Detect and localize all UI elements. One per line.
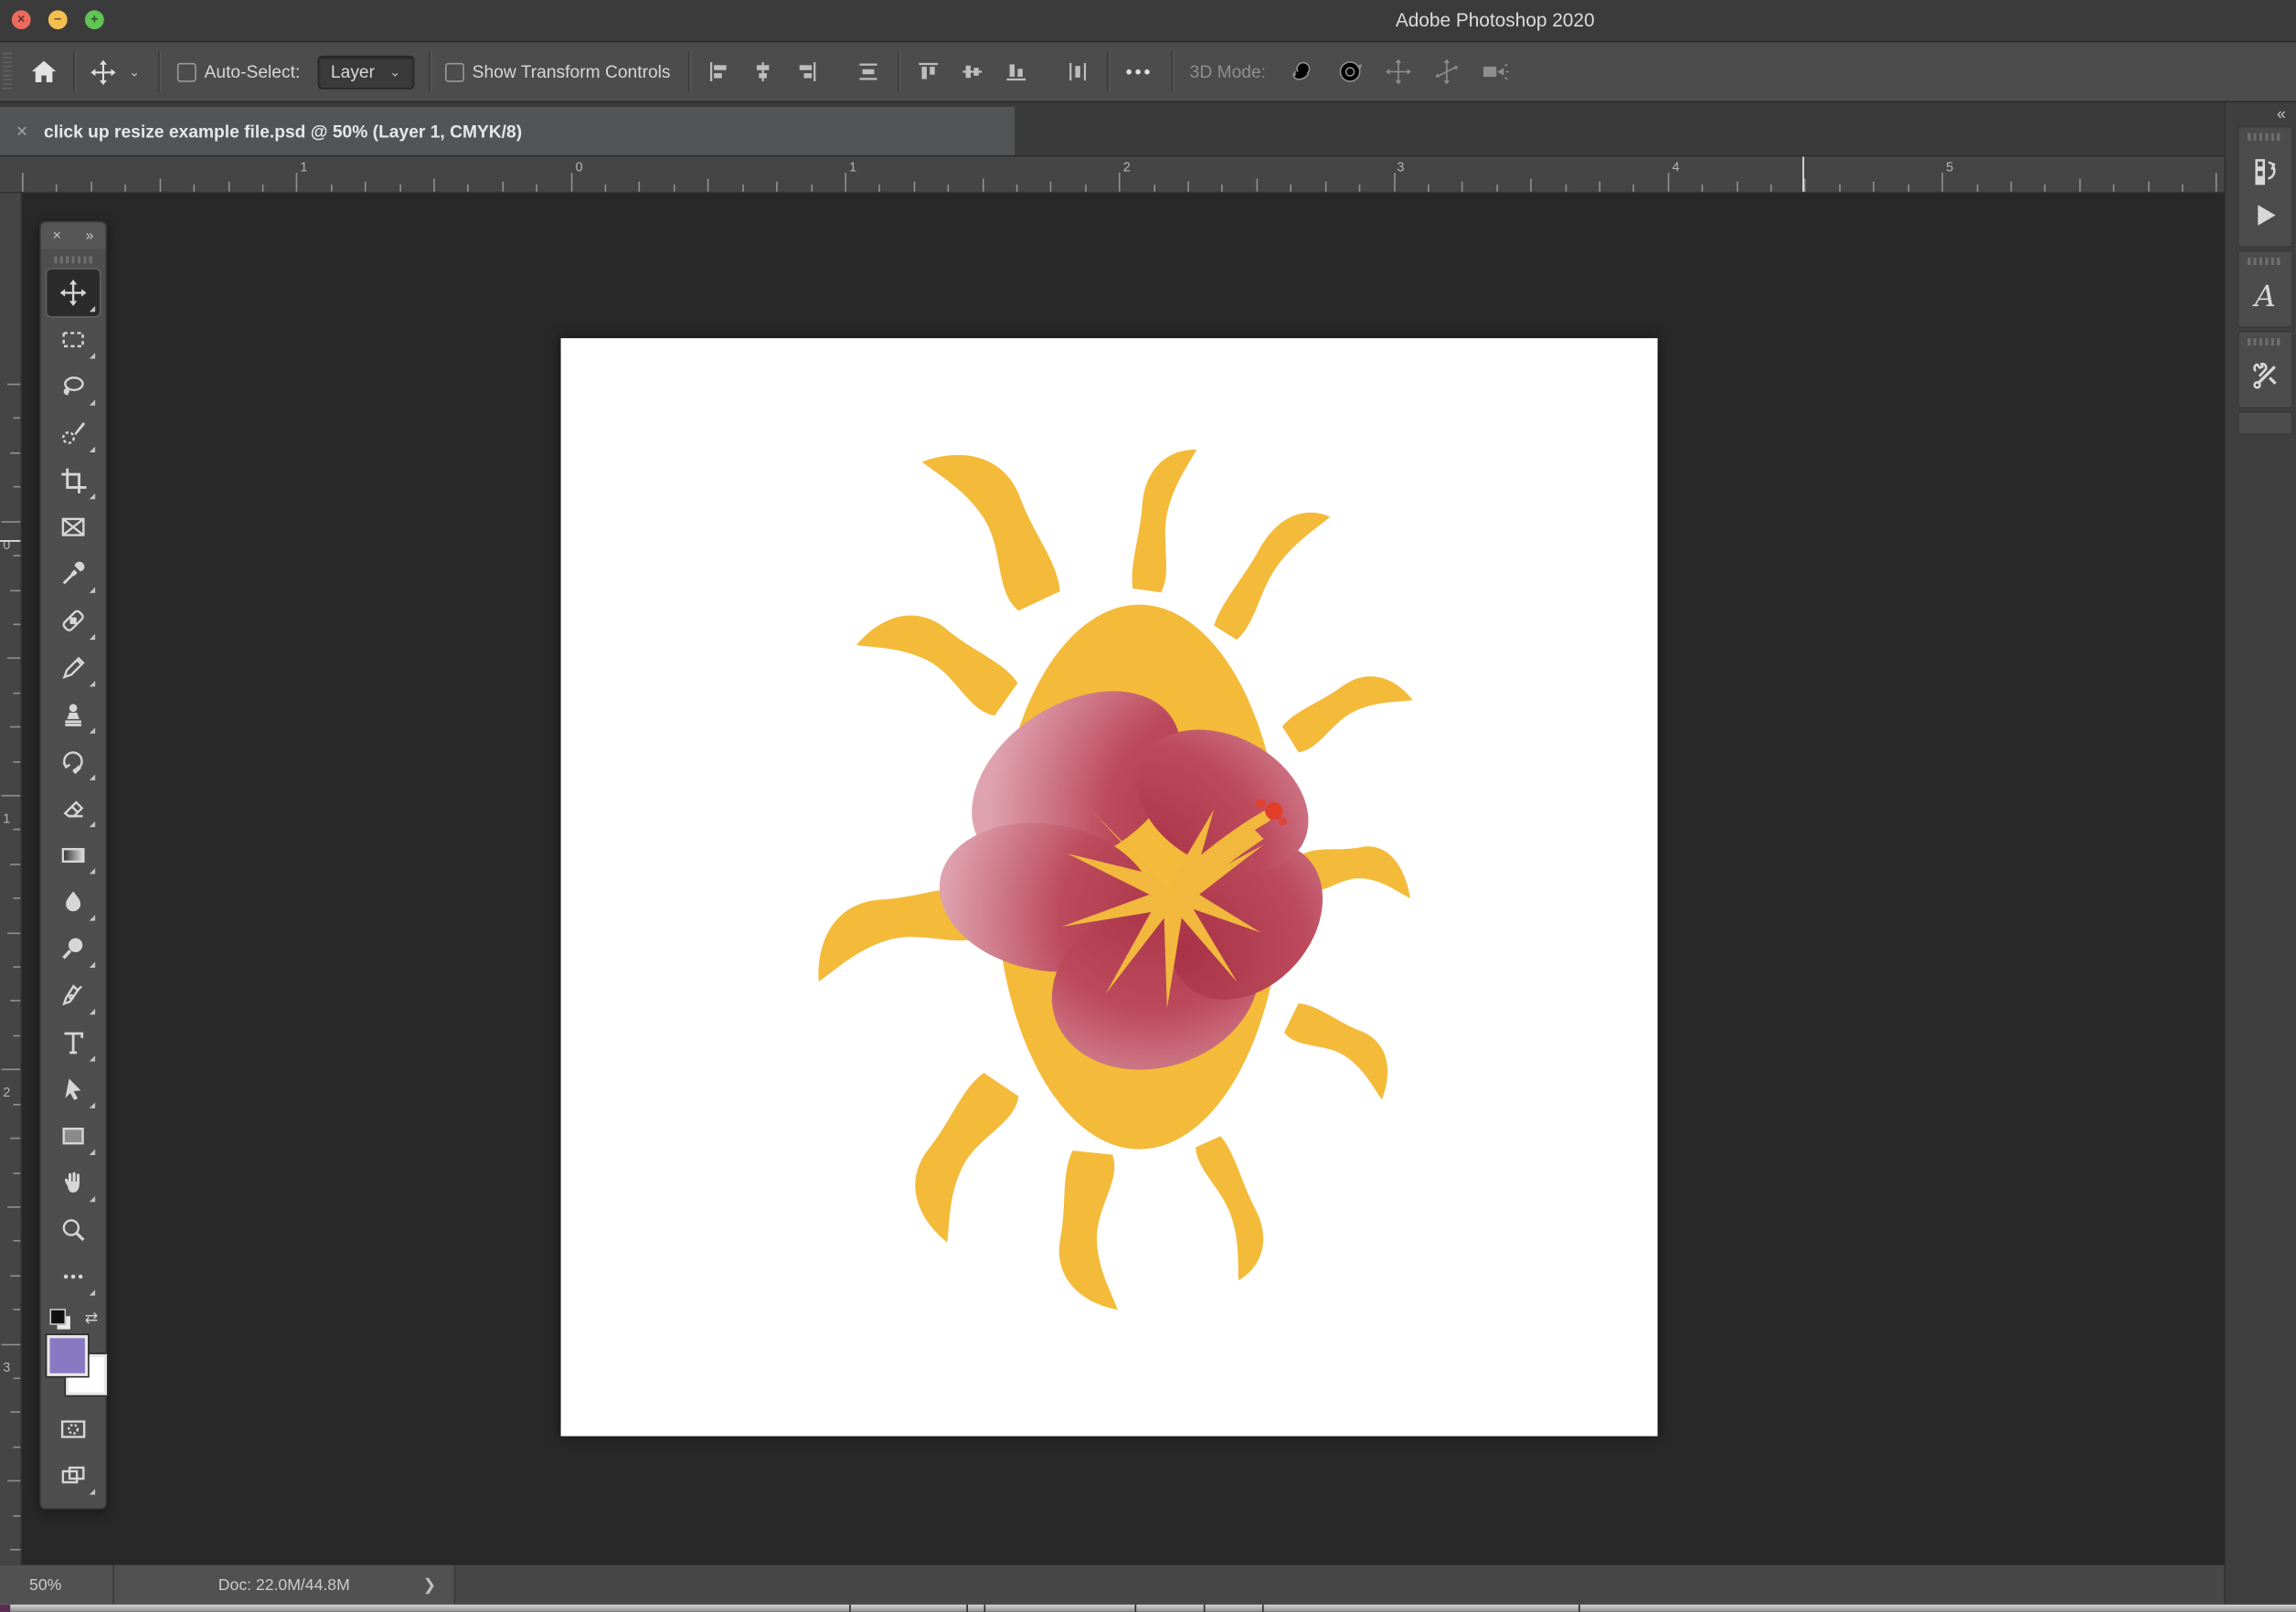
edit-toolbar-button[interactable] <box>47 1253 100 1299</box>
rectangle-tool[interactable] <box>47 1113 100 1160</box>
dock-group-grip[interactable] <box>2248 338 2282 345</box>
sun-hibiscus-artwork <box>561 338 1658 1437</box>
tools-panel-close-icon[interactable]: × <box>53 228 61 244</box>
eraser-tool[interactable] <box>47 785 100 832</box>
document-sizes-field[interactable]: Doc: 22.0M/44.8M ❯ <box>114 1565 455 1605</box>
auto-select-label: Auto-Select: <box>205 61 301 81</box>
photoshop-window: × − + Adobe Photoshop 2020 ⌄ Auto-Select… <box>0 0 2296 1612</box>
align-left-edges-icon[interactable] <box>707 60 731 84</box>
panel-dock: « A <box>2225 102 2296 1605</box>
eyedropper-tool[interactable] <box>47 550 100 597</box>
document-tab[interactable]: × click up resize example file.psd @ 50%… <box>0 107 1015 155</box>
move-tool[interactable] <box>47 270 100 316</box>
align-right-edges-icon[interactable] <box>795 60 819 84</box>
dock-group-grip[interactable] <box>2248 258 2282 265</box>
show-transform-control[interactable]: Show Transform Controls <box>444 61 670 81</box>
rectangular-marquee-tool[interactable] <box>47 316 100 363</box>
path-selection-tool[interactable] <box>47 1066 100 1112</box>
history-actions-group <box>2238 126 2293 248</box>
show-transform-checkbox[interactable] <box>444 62 463 81</box>
brush-tool[interactable] <box>47 644 100 691</box>
zoom-window-button[interactable]: + <box>85 10 104 29</box>
home-icon[interactable] <box>29 57 58 86</box>
auto-select-target-dropdown[interactable]: Layer ⌄ <box>318 55 414 89</box>
3d-mode-label: 3D Mode: <box>1190 61 1266 81</box>
more-align-options-icon[interactable]: ••• <box>1126 61 1153 81</box>
glyphs-group: A <box>2238 250 2293 328</box>
color-controls: ⇄ <box>46 1309 101 1399</box>
horizontal-ruler[interactable]: 1012345 <box>0 156 2225 193</box>
frame-tool[interactable] <box>47 504 100 550</box>
workspace: 01234 × » <box>0 193 2225 1564</box>
align-bottom-edges-icon[interactable] <box>1004 60 1028 84</box>
auto-select-checkbox[interactable] <box>176 62 196 81</box>
quick-mask-button[interactable] <box>47 1405 100 1452</box>
tools-panel-expand-icon[interactable]: » <box>86 228 94 244</box>
dock-group-grip[interactable] <box>2248 133 2282 141</box>
3d-camera-icon <box>1480 57 1509 86</box>
3d-pan-icon <box>1383 57 1412 86</box>
tools-panel-grip[interactable] <box>54 256 92 263</box>
bottom-strip-accent <box>0 1605 10 1612</box>
vertical-ruler[interactable]: 01234 <box>0 193 22 1564</box>
3d-roll-icon <box>1334 57 1364 86</box>
distribute-vertical-centers-icon[interactable] <box>856 60 880 84</box>
crop-tool[interactable] <box>47 457 100 504</box>
glyphs-panel-icon[interactable]: A <box>2243 274 2287 318</box>
tool-presets-panel-icon[interactable] <box>2243 355 2287 398</box>
gradient-tool[interactable] <box>47 832 100 878</box>
move-options-chevron-icon[interactable]: ⌄ <box>129 64 140 80</box>
tool-presets-group <box>2238 331 2293 408</box>
screen-mode-button[interactable] <box>47 1452 100 1499</box>
tab-close-icon[interactable]: × <box>0 120 44 142</box>
align-vertical-centers-icon[interactable] <box>961 60 984 84</box>
swap-colors-icon[interactable]: ⇄ <box>85 1309 99 1328</box>
3d-slide-icon <box>1431 57 1461 86</box>
document-canvas[interactable] <box>561 338 1658 1437</box>
history-panel-icon[interactable] <box>2243 149 2287 193</box>
tools-panel: × » <box>39 221 107 1510</box>
close-window-button[interactable]: × <box>12 10 31 29</box>
type-tool[interactable] <box>47 1019 100 1066</box>
expand-panels-icon[interactable]: « <box>2226 102 2296 126</box>
window-title: Adobe Photoshop 2020 <box>1396 0 1595 41</box>
status-bar: 50% Doc: 22.0M/44.8M ❯ <box>0 1565 2225 1605</box>
zoom-level-field[interactable]: 50% <box>0 1565 114 1605</box>
screen-bottom-strip <box>0 1605 2296 1612</box>
minimize-window-button[interactable]: − <box>48 10 68 29</box>
default-colors-icon[interactable] <box>49 1309 66 1325</box>
dodge-tool[interactable] <box>47 925 100 971</box>
align-horizontal-centers-icon[interactable] <box>751 60 775 84</box>
show-transform-label: Show Transform Controls <box>473 61 671 81</box>
titlebar: × − + Adobe Photoshop 2020 <box>0 0 2296 42</box>
history-brush-tool[interactable] <box>47 737 100 784</box>
align-top-edges-icon[interactable] <box>917 60 941 84</box>
actions-panel-icon[interactable] <box>2243 193 2287 237</box>
hand-tool[interactable] <box>47 1160 100 1206</box>
tool-options-bar: ⌄ Auto-Select: Layer ⌄ Show Transform Co… <box>0 42 2296 102</box>
doc-size-value: Doc: 22.0M/44.8M <box>218 1576 350 1594</box>
status-chevron-icon[interactable]: ❯ <box>423 1575 437 1595</box>
document-tab-bar: × click up resize example file.psd @ 50%… <box>0 102 2225 156</box>
lasso-tool[interactable] <box>47 363 100 409</box>
foreground-color-swatch[interactable] <box>47 1335 88 1376</box>
auto-select-control[interactable]: Auto-Select: <box>176 61 300 81</box>
clone-stamp-tool[interactable] <box>47 691 100 737</box>
object-selection-tool[interactable] <box>47 410 100 457</box>
options-grip <box>3 53 12 91</box>
pen-tool[interactable] <box>47 972 100 1019</box>
zoom-tool[interactable] <box>47 1206 100 1253</box>
layer-dropdown-value: Layer <box>331 61 375 81</box>
tab-title: click up resize example file.psd @ 50% (… <box>44 121 522 141</box>
move-tool-options-icon[interactable] <box>90 58 117 85</box>
distribute-horizontal-centers-icon[interactable] <box>1066 60 1090 84</box>
blur-tool[interactable] <box>47 878 100 925</box>
dock-group-partial <box>2238 411 2293 435</box>
3d-orbit-icon <box>1286 57 1315 86</box>
zoom-level-value: 50% <box>29 1576 61 1594</box>
spot-healing-brush-tool[interactable] <box>47 598 100 644</box>
chevron-down-icon: ⌄ <box>389 64 400 80</box>
